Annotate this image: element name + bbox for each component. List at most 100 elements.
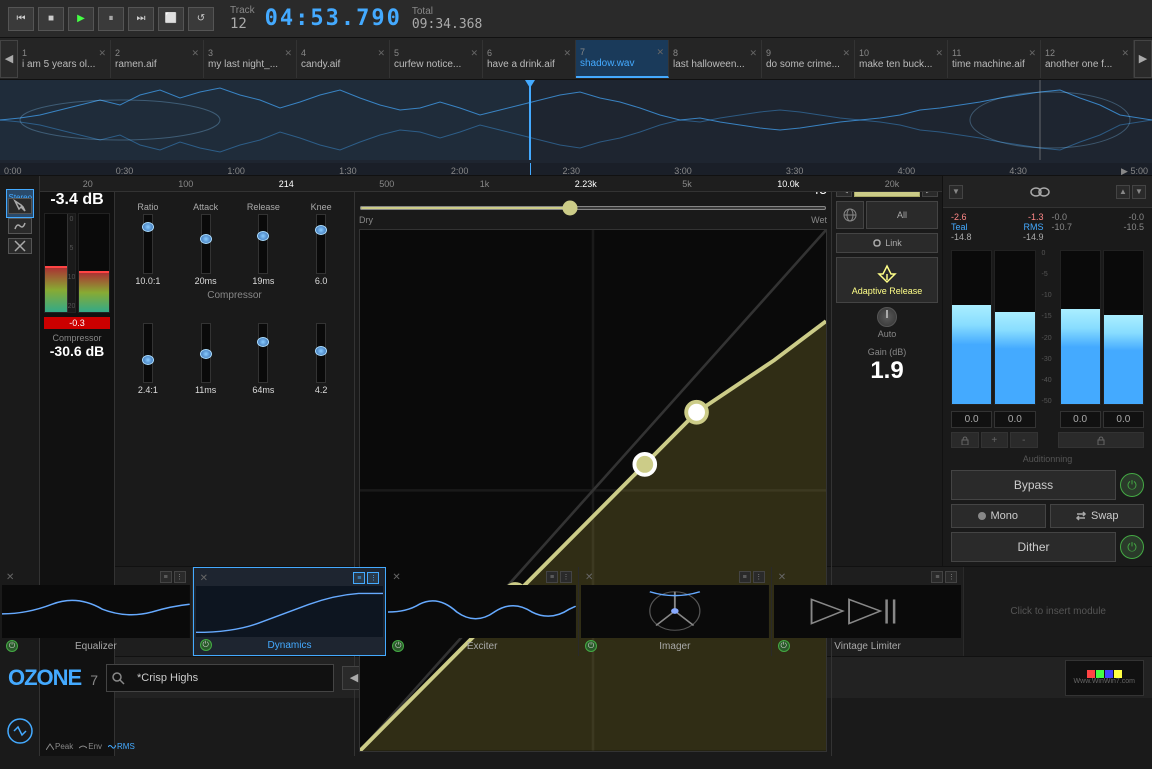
btn-play[interactable]: ▶ bbox=[68, 7, 94, 31]
adaptive-release-label: Adaptive Release bbox=[852, 286, 923, 296]
dynamics-power-btn[interactable]: ⏻ bbox=[200, 639, 212, 651]
search-input[interactable] bbox=[129, 665, 329, 691]
detect-mode-toggle[interactable] bbox=[2, 713, 38, 752]
imager-menu-btn[interactable]: ≡ bbox=[739, 571, 751, 583]
dynamics-expand-btn[interactable]: ⋮ bbox=[367, 572, 379, 584]
vintage-close-btn[interactable]: ✕ bbox=[778, 572, 786, 583]
mono-btn[interactable]: Mono bbox=[951, 504, 1046, 528]
track-nav-prev[interactable]: ◀ bbox=[0, 40, 18, 78]
track-close-1[interactable]: ✕ bbox=[98, 48, 106, 59]
track-close-10[interactable]: ✕ bbox=[935, 48, 943, 59]
meters-collapse-btn[interactable]: ▼ bbox=[1132, 185, 1146, 199]
vintage-module-footer: ⏻ Vintage Limiter bbox=[774, 638, 962, 654]
eq-power-btn[interactable]: ⏻ bbox=[6, 640, 18, 652]
track-close-8[interactable]: ✕ bbox=[749, 48, 757, 59]
globe-btn[interactable] bbox=[836, 201, 864, 229]
track-item-4[interactable]: 4 ✕ candy.aif bbox=[297, 40, 390, 78]
eq-select-tool[interactable] bbox=[8, 198, 32, 214]
track-close-3[interactable]: ✕ bbox=[284, 48, 292, 59]
btn-record[interactable]: ⬜ bbox=[158, 7, 184, 31]
track-close-6[interactable]: ✕ bbox=[563, 48, 571, 59]
insert-module-slot[interactable]: Click to insert module bbox=[964, 567, 1152, 656]
comp-attack-slider[interactable] bbox=[201, 323, 211, 383]
lock-right-btn[interactable] bbox=[1058, 432, 1145, 448]
track-item-12[interactable]: 12 ✕ another one f... bbox=[1041, 40, 1134, 78]
timeline[interactable]: 0:00 0:30 1:00 1:30 2:00 2:30 3:00 3:30 … bbox=[0, 163, 1152, 176]
left-meter-btns: + - bbox=[951, 432, 1038, 448]
exciter-close-btn[interactable]: ✕ bbox=[392, 572, 400, 583]
track-item-10[interactable]: 10 ✕ make ten buck... bbox=[855, 40, 948, 78]
swap-btn[interactable]: Swap bbox=[1050, 504, 1145, 528]
minus-left-btn[interactable]: - bbox=[1010, 432, 1038, 448]
imager-power-btn[interactable]: ⏻ bbox=[585, 640, 597, 652]
track-close-9[interactable]: ✕ bbox=[842, 48, 850, 59]
btn-prev[interactable]: ⏮ bbox=[8, 7, 34, 31]
btn-next[interactable]: ⏭ bbox=[128, 7, 154, 31]
meters-dropdown-btn[interactable]: ▼ bbox=[949, 185, 963, 199]
link-btn[interactable]: Link bbox=[836, 233, 938, 253]
track-close-2[interactable]: ✕ bbox=[191, 48, 199, 59]
dither-power-btn[interactable]: ⏻ bbox=[1120, 535, 1144, 559]
parallel-slider[interactable] bbox=[359, 206, 827, 210]
eq-expand-btn[interactable]: ⋮ bbox=[174, 571, 186, 583]
limiter-release-slider[interactable] bbox=[258, 214, 268, 274]
track-item-9[interactable]: 9 ✕ do some crime... bbox=[762, 40, 855, 78]
freq-20: 20 bbox=[83, 179, 93, 189]
env-btn[interactable]: Env bbox=[77, 741, 104, 752]
vintage-menu-btn[interactable]: ≡ bbox=[931, 571, 943, 583]
meters-expand-btn[interactable]: ▲ bbox=[1116, 185, 1130, 199]
eq-erase-tool[interactable] bbox=[8, 238, 32, 254]
btn-loop[interactable]: ↺ bbox=[188, 7, 214, 31]
track-name-2: ramen.aif bbox=[115, 59, 199, 70]
auto-knob[interactable] bbox=[877, 307, 897, 327]
btn-pause[interactable]: ⏸ bbox=[98, 7, 124, 31]
right-sub-row: -10.7 -10.5 bbox=[1052, 222, 1145, 232]
track-close-11[interactable]: ✕ bbox=[1028, 48, 1036, 59]
eq-menu-btn[interactable]: ≡ bbox=[160, 571, 172, 583]
track-num-3: 3 bbox=[208, 48, 213, 58]
comp-ratio-slider[interactable] bbox=[143, 323, 153, 383]
peak-btn[interactable]: Peak bbox=[44, 741, 75, 752]
track-close-4[interactable]: ✕ bbox=[377, 48, 385, 59]
track-item-7[interactable]: 7 ✕ shadow.wav bbox=[576, 40, 669, 78]
dither-btn[interactable]: Dither bbox=[951, 532, 1116, 562]
track-item-11[interactable]: 11 ✕ time machine.aif bbox=[948, 40, 1041, 78]
waveform-area[interactable]: 0:00 0:30 1:00 1:30 2:00 2:30 3:00 3:30 … bbox=[0, 80, 1152, 176]
exciter-power-btn[interactable]: ⏻ bbox=[392, 640, 404, 652]
comp-release-slider[interactable] bbox=[258, 323, 268, 383]
comp-knee-slider[interactable] bbox=[316, 323, 326, 383]
meter-bar-right bbox=[78, 213, 110, 313]
track-item-1[interactable]: 1 ✕ i am 5 years ol... bbox=[18, 40, 111, 78]
imager-close-btn[interactable]: ✕ bbox=[585, 572, 593, 583]
lock-left-btn[interactable] bbox=[951, 432, 979, 448]
bypass-btn[interactable]: Bypass bbox=[951, 470, 1116, 500]
all-btn[interactable]: All bbox=[866, 201, 938, 229]
track-item-8[interactable]: 8 ✕ last halloween... bbox=[669, 40, 762, 78]
exciter-menu-btn[interactable]: ≡ bbox=[546, 571, 558, 583]
vintage-power-btn[interactable]: ⏻ bbox=[778, 640, 790, 652]
track-item-2[interactable]: 2 ✕ ramen.aif bbox=[111, 40, 204, 78]
track-nav-next[interactable]: ▶ bbox=[1134, 40, 1152, 78]
right-sub-val3: -10.5 bbox=[1123, 222, 1144, 232]
limiter-ratio-slider[interactable] bbox=[143, 214, 153, 274]
limiter-attack-slider[interactable] bbox=[201, 214, 211, 274]
exciter-expand-btn[interactable]: ⋮ bbox=[560, 571, 572, 583]
adaptive-release-btn[interactable]: Adaptive Release bbox=[836, 257, 938, 303]
dynamics-close-btn[interactable]: ✕ bbox=[200, 573, 208, 584]
imager-expand-btn[interactable]: ⋮ bbox=[753, 571, 765, 583]
btn-stop[interactable]: ■ bbox=[38, 7, 64, 31]
limiter-knee-slider[interactable] bbox=[316, 214, 326, 274]
parallel-slider-container[interactable] bbox=[359, 201, 827, 213]
track-close-12[interactable]: ✕ bbox=[1121, 48, 1129, 59]
track-item-6[interactable]: 6 ✕ have a drink.aif bbox=[483, 40, 576, 78]
bypass-power-btn[interactable]: ⏻ bbox=[1120, 473, 1144, 497]
dynamics-menu-btn[interactable]: ≡ bbox=[353, 572, 365, 584]
eq-close-btn[interactable]: ✕ bbox=[6, 572, 14, 583]
track-item-5[interactable]: 5 ✕ curfew notice... bbox=[390, 40, 483, 78]
track-close-7[interactable]: ✕ bbox=[656, 47, 664, 58]
track-item-3[interactable]: 3 ✕ my last night_... bbox=[204, 40, 297, 78]
eq-draw-tool[interactable] bbox=[8, 218, 32, 234]
vintage-expand-btn[interactable]: ⋮ bbox=[945, 571, 957, 583]
plus-left-btn[interactable]: + bbox=[981, 432, 1009, 448]
track-close-5[interactable]: ✕ bbox=[470, 48, 478, 59]
